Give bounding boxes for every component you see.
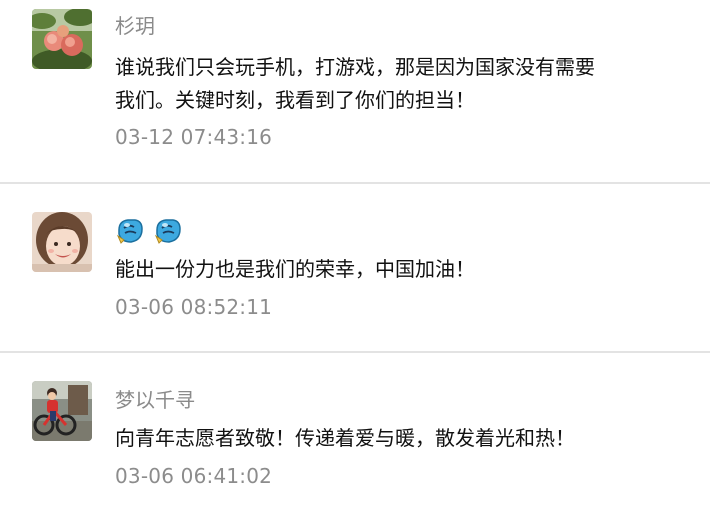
comment-text-line: 能出一份力也是我们的荣幸，中国加油！	[115, 257, 475, 281]
comment-timestamp: 03-12 07:43:16	[115, 125, 273, 149]
like-fist-emoji-icon	[116, 219, 143, 244]
comment-text-line: 谁说我们只会玩手机，打游戏，那是因为国家没有需要	[115, 55, 595, 79]
comment-text-line: 向青年志愿者致敬！传递着爱与暖，散发着光和热！	[115, 426, 575, 450]
comment-text-line: 我们。关键时刻，我看到了你们的担当！	[115, 88, 475, 112]
nickname[interactable]: 杉玥	[115, 13, 155, 39]
smiling-girl-avatar-icon	[32, 212, 92, 272]
like-fist-emoji-icon	[154, 219, 181, 244]
peach-tree-avatar-icon	[32, 9, 92, 69]
comment-timestamp: 03-06 08:52:11	[115, 295, 273, 319]
avatar[interactable]	[32, 212, 92, 272]
avatar[interactable]	[32, 381, 92, 441]
comment-item: 能出一份力也是我们的荣幸，中国加油！ 03-06 08:52:11	[0, 184, 710, 352]
comment-item: 杉玥 谁说我们只会玩手机，打游戏，那是因为国家没有需要 我们。关键时刻，我看到了…	[0, 0, 710, 183]
child-on-bike-avatar-icon	[32, 381, 92, 441]
avatar[interactable]	[32, 9, 92, 69]
comment-timestamp: 03-06 06:41:02	[115, 464, 273, 488]
nickname[interactable]: 梦以千寻	[115, 387, 195, 413]
emoji-row	[115, 216, 183, 246]
comment-item: 梦以千寻 向青年志愿者致敬！传递着爱与暖，散发着光和热！ 03-06 06:41…	[0, 353, 710, 514]
